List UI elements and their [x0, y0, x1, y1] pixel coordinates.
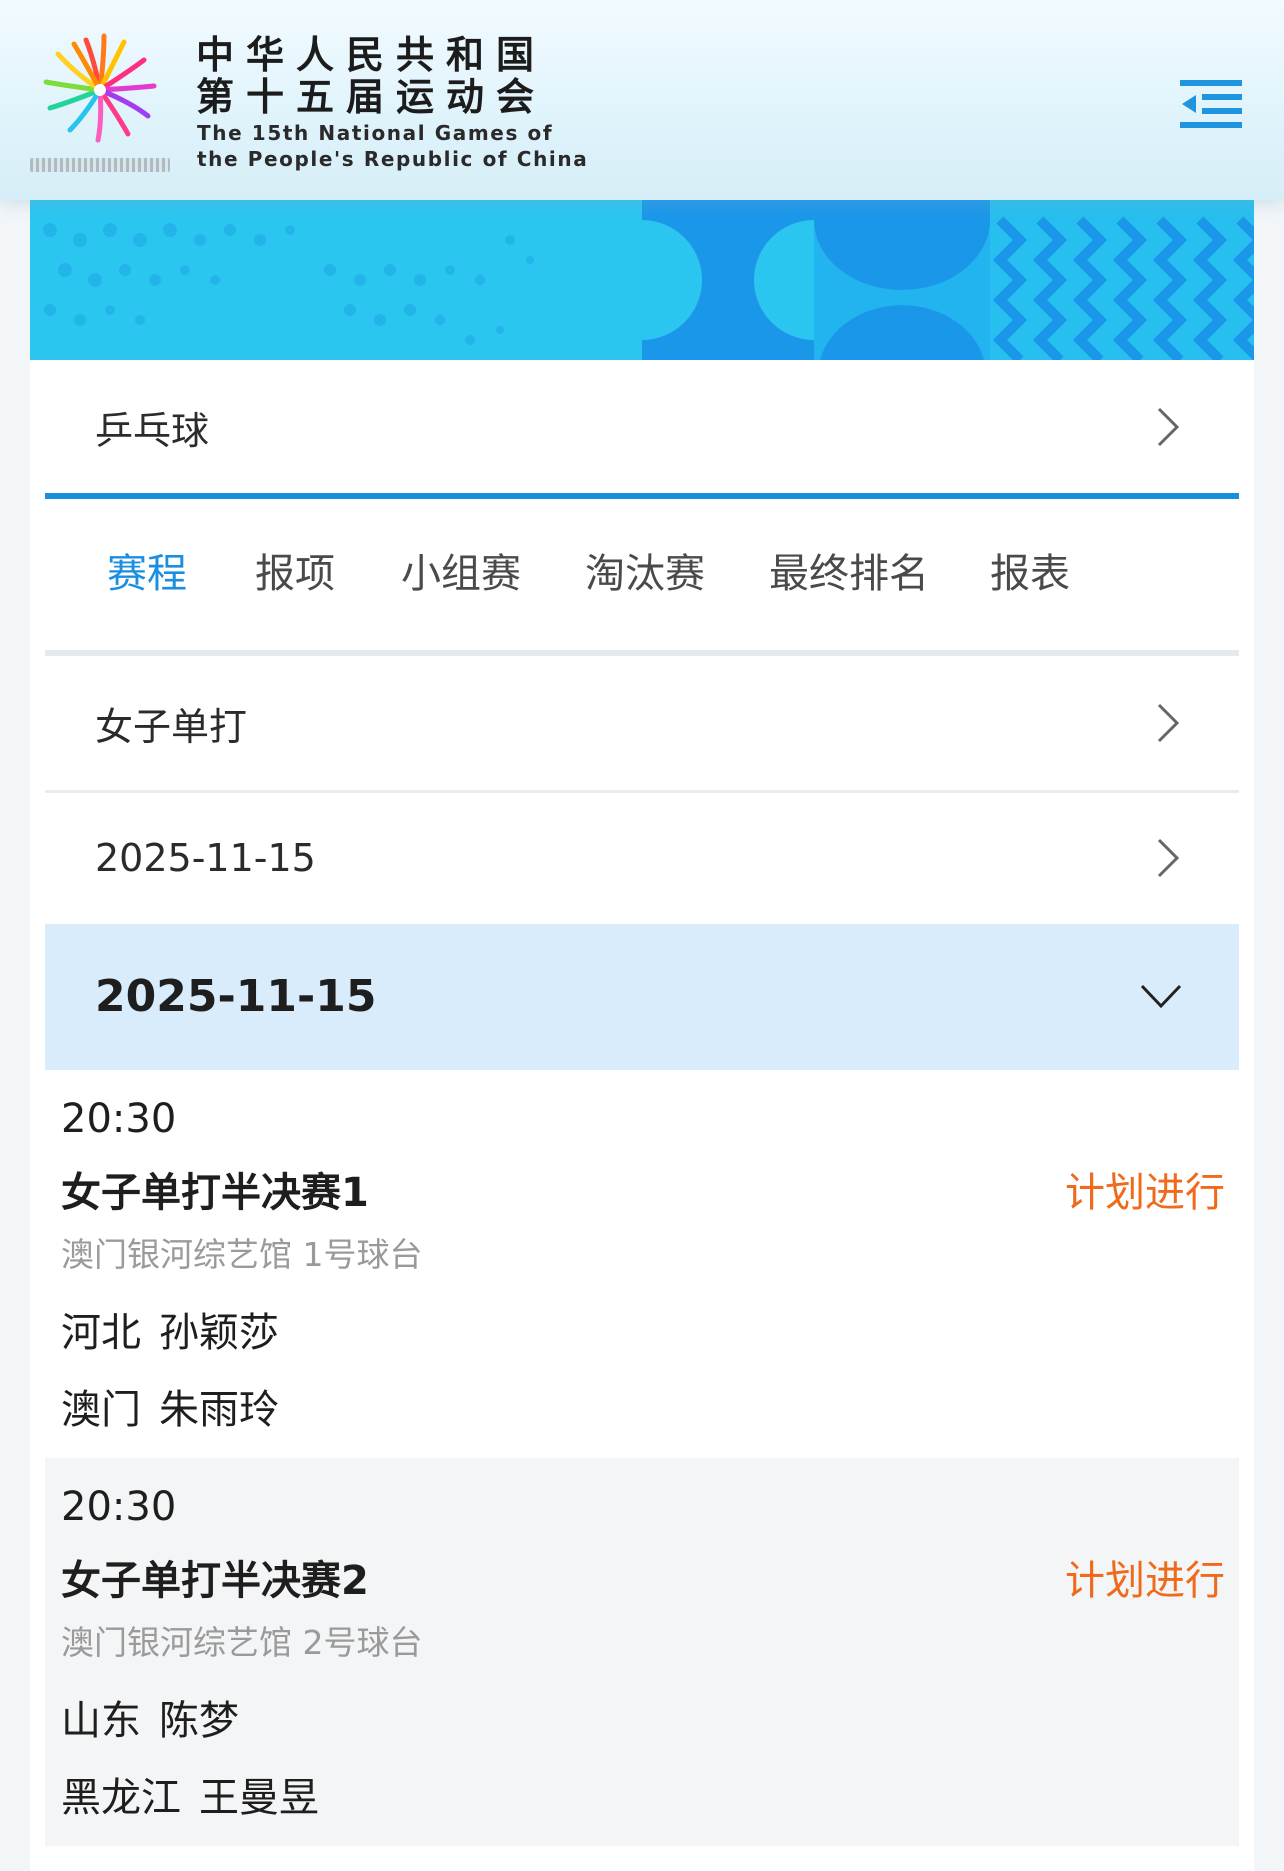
content-card: 乒乓球 赛程 报项 小组赛 淘汰赛 最终排名 报表 女子单打 2025-11-1… — [30, 360, 1254, 1871]
player-1: 山东 陈梦 — [61, 1688, 257, 1746]
match-venue: 澳门银河综艺馆 1号球台 — [61, 1235, 423, 1274]
chevron-right-icon — [1157, 407, 1180, 447]
tab-entries[interactable]: 报项 — [255, 500, 335, 648]
sport-label: 乒乓球 — [95, 408, 210, 453]
match-time: 20:30 — [61, 1096, 177, 1142]
logo-caption-blurred — [30, 158, 170, 172]
match-time: 20:30 — [61, 1484, 177, 1530]
date-label: 2025-11-15 — [95, 836, 316, 880]
national-games-logo[interactable] — [36, 28, 164, 148]
date-group-header[interactable]: 2025-11-15 — [45, 924, 1239, 1070]
tab-group-stage[interactable]: 小组赛 — [401, 500, 521, 648]
date-selector[interactable]: 2025-11-15 — [45, 792, 1239, 924]
match-name: 女子单打半决赛2 — [61, 1558, 369, 1604]
chevron-right-icon — [1157, 703, 1180, 743]
event-selector[interactable]: 女子单打 — [45, 656, 1239, 790]
date-group-label: 2025-11-15 — [95, 971, 377, 1022]
match-status: 计划进行 — [1065, 1170, 1225, 1216]
player-team: 澳门 — [61, 1387, 141, 1433]
match-name: 女子单打半决赛1 — [61, 1170, 369, 1216]
sport-selector[interactable]: 乒乓球 — [45, 360, 1239, 494]
tab-reports[interactable]: 报表 — [990, 500, 1070, 648]
tab-knockout[interactable]: 淘汰赛 — [585, 500, 705, 648]
site-title-en-line2: the People's Republic of China — [197, 147, 589, 171]
site-title-en: The 15th National Games of the People's … — [197, 120, 588, 172]
match-card[interactable]: 20:30 女子单打半决赛1 计划进行 澳门银河综艺馆 1号球台 河北 孙颖莎 澳… — [45, 1070, 1239, 1458]
player-2: 黑龙江 王曼昱 — [61, 1765, 337, 1823]
chevron-right-icon — [1157, 838, 1180, 878]
player-name: 朱雨玲 — [159, 1387, 279, 1433]
match-status: 计划进行 — [1065, 1558, 1225, 1604]
tab-schedule[interactable]: 赛程 — [107, 500, 187, 648]
tab-final-ranking[interactable]: 最终排名 — [769, 500, 929, 648]
player-team: 山东 — [61, 1698, 141, 1744]
tab-bar: 赛程 报项 小组赛 淘汰赛 最终排名 报表 — [45, 500, 1239, 648]
sport-banner — [30, 200, 1254, 360]
site-header: 中华人民共和国 第十五届运动会 The 15th National Games … — [0, 0, 1284, 200]
chevron-down-icon — [1140, 984, 1182, 1009]
player-team: 河北 — [61, 1310, 141, 1356]
site-title-cn-line1: 中华人民共和国 — [196, 33, 547, 77]
player-name: 陈梦 — [159, 1698, 239, 1744]
menu-collapse-icon[interactable] — [1180, 76, 1244, 132]
match-venue: 澳门银河综艺馆 2号球台 — [61, 1623, 423, 1662]
match-card[interactable]: 20:30 女子单打半决赛2 计划进行 澳门银河综艺馆 2号球台 山东 陈梦 黑龙… — [45, 1458, 1239, 1846]
site-title-en-line1: The 15th National Games of — [197, 121, 554, 145]
player-name: 王曼昱 — [199, 1775, 319, 1821]
player-2: 澳门 朱雨玲 — [61, 1377, 297, 1435]
event-label: 女子单打 — [95, 704, 248, 749]
player-name: 孙颖莎 — [159, 1310, 279, 1356]
site-title-cn: 中华人民共和国 第十五届运动会 — [196, 34, 546, 118]
sport-divider — [45, 493, 1239, 499]
player-team: 黑龙江 — [61, 1775, 181, 1821]
site-title-cn-line2: 第十五届运动会 — [196, 75, 547, 119]
player-1: 河北 孙颖莎 — [61, 1300, 297, 1358]
